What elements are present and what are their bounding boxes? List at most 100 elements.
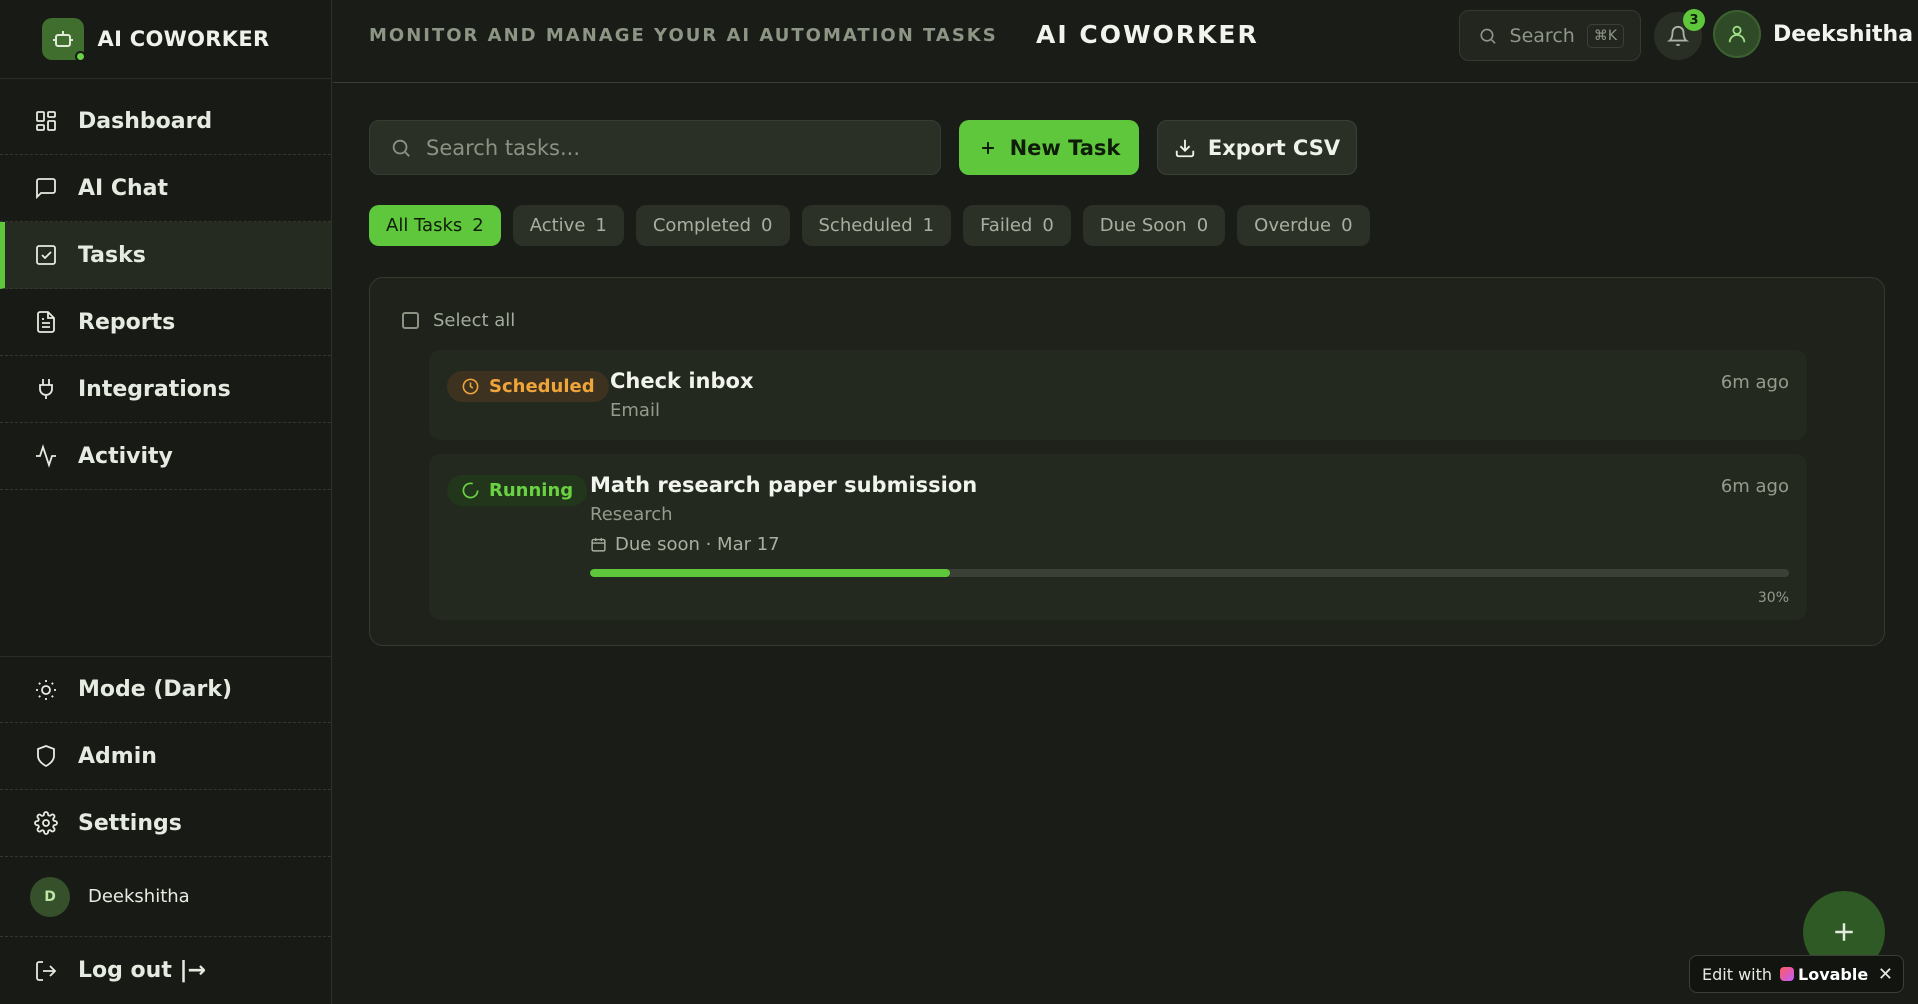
- brand[interactable]: AI COWORKER: [0, 0, 331, 79]
- search-shortcut: ⌘K: [1586, 23, 1624, 48]
- sidebar-item-tasks[interactable]: Tasks: [0, 222, 331, 289]
- status-label: Running: [489, 480, 574, 501]
- sun-icon: [36, 679, 56, 700]
- avatar: D: [30, 876, 70, 917]
- lovable-heart-icon: [1780, 967, 1795, 981]
- gear-icon: [34, 811, 58, 835]
- filter-count: 0: [761, 215, 773, 236]
- activity-icon: [36, 444, 56, 468]
- bell-icon: [1667, 26, 1689, 47]
- sidebar-item-ai-chat[interactable]: AI Chat: [0, 155, 331, 222]
- filter-label: Completed: [652, 215, 752, 236]
- logout-icon: [36, 960, 57, 981]
- online-status-dot: [74, 51, 86, 62]
- sidebar-item-reports[interactable]: Reports: [0, 289, 331, 356]
- filter-count: 0: [1196, 215, 1209, 236]
- user-menu[interactable]: Deekshitha: [1713, 10, 1913, 58]
- sidebar-item-label: Mode (Dark): [78, 677, 233, 702]
- filter-completed[interactable]: Completed 0: [635, 205, 790, 246]
- user-icon: [1713, 10, 1761, 58]
- calendar-icon: [591, 538, 606, 552]
- status-badge: Scheduled: [447, 371, 609, 402]
- new-task-button[interactable]: New Task: [959, 120, 1139, 175]
- task-time: 6m ago: [1720, 372, 1789, 393]
- sidebar-item-label: Dashboard: [78, 108, 213, 134]
- export-csv-button[interactable]: Export CSV: [1157, 120, 1357, 175]
- sidebar-nav: Dashboard AI Chat Tasks Reports Integrat…: [0, 88, 331, 490]
- brand-name: AI COWORKER: [97, 27, 270, 51]
- new-task-label: New Task: [1009, 135, 1121, 160]
- tasks-page: New Task Export CSV All Tasks 2 Active 1…: [333, 84, 1918, 1004]
- sidebar-item-dashboard[interactable]: Dashboard: [0, 88, 331, 155]
- task-category: Research: [590, 504, 673, 525]
- search-icon: [392, 139, 410, 157]
- grid-icon: [36, 111, 56, 131]
- status-label: Scheduled: [489, 376, 595, 397]
- select-all-label: Select all: [433, 310, 516, 331]
- filter-failed[interactable]: Failed 0: [963, 205, 1071, 246]
- edit-with-lovable-badge[interactable]: Edit with Lovable ✕: [1689, 955, 1904, 993]
- filter-count: 1: [595, 215, 607, 236]
- filter-scheduled[interactable]: Scheduled 1: [801, 205, 952, 246]
- sidebar-item-label: Admin: [78, 743, 157, 769]
- status-badge: Running: [447, 475, 588, 506]
- status-filters: All Tasks 2 Active 1 Completed 0 Schedul…: [369, 205, 1370, 246]
- filter-all-tasks[interactable]: All Tasks 2: [369, 205, 501, 246]
- logout-button[interactable]: Log out |→: [0, 937, 331, 1004]
- filter-label: Due Soon: [1099, 215, 1187, 236]
- filter-due-soon[interactable]: Due Soon 0: [1082, 205, 1226, 246]
- plus-icon: [1835, 923, 1853, 941]
- document-icon: [37, 311, 55, 333]
- sidebar: AI COWORKER Dashboard AI Chat Tasks Repo…: [0, 0, 332, 1004]
- filter-count: 0: [1042, 215, 1054, 236]
- notification-count-badge: 3: [1683, 9, 1705, 31]
- clock-icon: [462, 378, 479, 395]
- sidebar-bottom: Mode (Dark) Admin Settings D Deekshitha …: [0, 656, 331, 1004]
- filter-overdue[interactable]: Overdue 0: [1237, 205, 1370, 246]
- filter-label: Scheduled: [818, 215, 913, 236]
- task-list-panel: Select all Scheduled Check inbox Email 6…: [369, 277, 1885, 646]
- task-card[interactable]: Running Math research paper submission R…: [429, 454, 1807, 620]
- search-icon: [1480, 28, 1496, 44]
- sidebar-item-activity[interactable]: Activity: [0, 423, 331, 490]
- sidebar-username: Deekshitha: [88, 886, 190, 907]
- filter-active[interactable]: Active 1: [512, 205, 624, 246]
- plug-icon: [39, 379, 53, 399]
- filter-count: 1: [922, 215, 935, 236]
- sidebar-item-label: AI Chat: [78, 175, 169, 201]
- global-search-label: Search: [1509, 24, 1575, 47]
- checkbox-icon[interactable]: [402, 312, 419, 329]
- checkbox-icon: [36, 245, 56, 265]
- lovable-brand-label: Lovable: [1798, 964, 1869, 984]
- spinner-icon: [462, 482, 479, 499]
- logout-label: Log out |→: [78, 958, 206, 983]
- tasks-toolbar: New Task Export CSV: [369, 120, 1357, 175]
- progress-fill: [590, 569, 950, 577]
- task-search[interactable]: [369, 120, 941, 175]
- mode-toggle[interactable]: Mode (Dark): [0, 656, 331, 723]
- header-username: Deekshitha: [1773, 21, 1914, 47]
- task-category: Email: [610, 400, 660, 421]
- filter-count: 0: [1341, 215, 1353, 236]
- notifications-button[interactable]: 3: [1654, 9, 1705, 60]
- download-icon: [1175, 139, 1195, 157]
- page-subtitle: MONITOR AND MANAGE YOUR AI AUTOMATION TA…: [369, 25, 998, 46]
- task-search-input[interactable]: [426, 135, 906, 160]
- close-icon[interactable]: ✕: [1878, 964, 1893, 985]
- task-title: Math research paper submission: [590, 473, 978, 497]
- sidebar-item-label: Settings: [78, 810, 182, 836]
- select-all-checkbox[interactable]: Select all: [402, 310, 515, 331]
- due-date: Due soon · Mar 17: [590, 534, 780, 555]
- page-title: AI COWORKER: [1036, 20, 1259, 49]
- filter-label: All Tasks: [386, 215, 463, 236]
- global-search[interactable]: Search ⌘K: [1459, 10, 1641, 61]
- sidebar-item-admin[interactable]: Admin: [0, 723, 331, 790]
- sidebar-user[interactable]: D Deekshitha: [0, 857, 331, 937]
- task-card[interactable]: Scheduled Check inbox Email 6m ago: [429, 350, 1807, 440]
- message-icon: [36, 178, 56, 200]
- sidebar-item-settings[interactable]: Settings: [0, 790, 331, 857]
- filter-label: Failed: [980, 215, 1033, 236]
- sidebar-item-integrations[interactable]: Integrations: [0, 356, 331, 423]
- filter-label: Overdue: [1254, 215, 1332, 236]
- task-title: Check inbox: [610, 369, 754, 393]
